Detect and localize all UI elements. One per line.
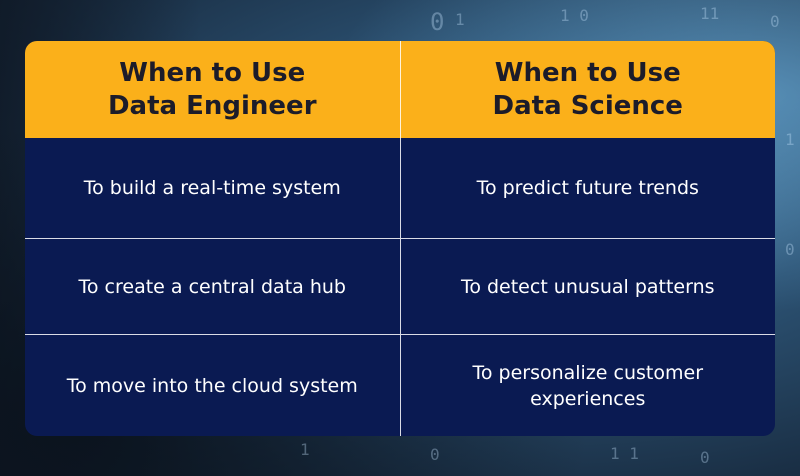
table-cell: To create a central data hub <box>78 275 346 298</box>
table-cell: To predict future trends <box>476 177 699 199</box>
header-data-engineer: When to Use Data Engineer <box>25 41 400 138</box>
header-label-line: Data Engineer <box>107 91 317 121</box>
header-data-science: When to Use Data Science <box>401 41 776 138</box>
header-label-line: When to Use <box>119 58 306 88</box>
table-header: When to Use Data Engineer When to Use Da… <box>25 41 775 138</box>
table-row: To create a central data hub To detect u… <box>25 238 775 334</box>
header-label-line: When to Use <box>494 58 681 88</box>
table-row: To move into the cloud system To persona… <box>25 334 775 436</box>
header-label-line: Data Science <box>492 91 683 121</box>
table-row: To build a real-time system To predict f… <box>25 138 775 238</box>
comparison-table: When to Use Data Engineer When to Use Da… <box>25 41 775 436</box>
table-cell: To move into the cloud system <box>66 374 358 397</box>
table-cell: To detect unusual patterns <box>460 275 715 298</box>
table-cell: To build a real-time system <box>83 177 341 199</box>
table-cell: To personalize customer experiences <box>472 361 704 410</box>
table-body: To build a real-time system To predict f… <box>25 138 775 436</box>
